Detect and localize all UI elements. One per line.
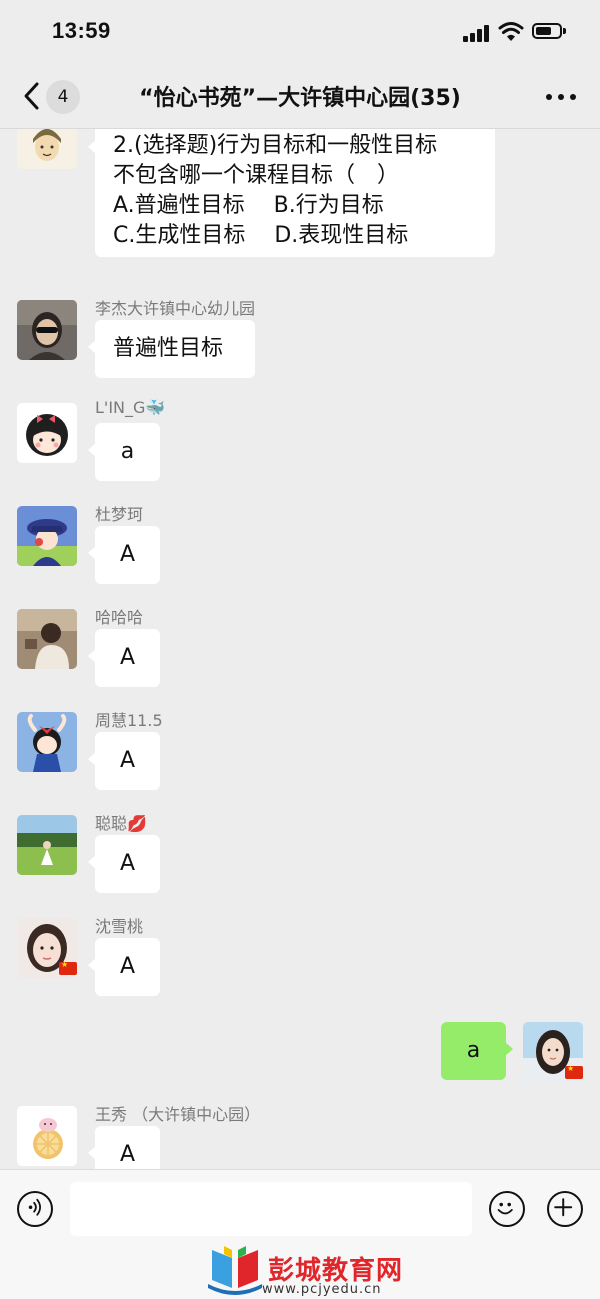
- message-text: 普遍性目标: [113, 336, 224, 361]
- sender-name: 周慧11.5: [95, 711, 163, 730]
- sender-name: L'IN_G🐳: [95, 398, 166, 417]
- message-bubble[interactable]: A: [88, 1126, 160, 1169]
- message-bubble[interactable]: a: [88, 423, 160, 481]
- plus-icon[interactable]: [547, 1191, 583, 1227]
- emoji-icon[interactable]: [489, 1191, 525, 1227]
- china-flag-icon: [59, 960, 77, 975]
- message-input[interactable]: [70, 1182, 472, 1236]
- message-bubble[interactable]: A: [88, 526, 160, 584]
- sender-name: 王秀 （大许镇中心园）: [95, 1105, 261, 1124]
- chat-header: 4 “怡心书苑”—大许镇中心园(35): [0, 64, 600, 129]
- message-text: A: [119, 954, 136, 979]
- status-time: 13:59: [52, 18, 111, 43]
- message-text: A: [119, 1142, 136, 1167]
- question-line: A.普遍性目标 B.行为目标: [113, 193, 384, 218]
- message-bubble[interactable]: A: [88, 732, 160, 790]
- question-line: C.生成性目标 D.表现性目标: [113, 223, 409, 248]
- message-text: A: [119, 542, 136, 567]
- avatar[interactable]: [17, 129, 77, 169]
- book-logo-icon: [208, 1246, 262, 1295]
- chat-message-list[interactable]: 2.(选择题)行为目标和一般性目标 不包含哪一个课程目标（ ） A.普遍性目标 …: [0, 129, 600, 1169]
- china-flag-icon: [565, 1064, 583, 1079]
- avatar[interactable]: [17, 712, 77, 772]
- avatar[interactable]: [17, 609, 77, 669]
- message-bubble[interactable]: A: [88, 938, 160, 996]
- message-text: A: [119, 645, 136, 670]
- avatar[interactable]: [17, 300, 77, 360]
- question-line: 不包含哪一个课程目标（ ）: [113, 163, 400, 188]
- battery-icon: [532, 23, 566, 39]
- sender-name: 哈哈哈: [95, 608, 144, 627]
- avatar[interactable]: [17, 1106, 77, 1166]
- watermark-url: www.pcjyedu.cn: [262, 1282, 382, 1297]
- message-bubble[interactable]: A: [88, 629, 160, 687]
- voice-icon[interactable]: [17, 1191, 53, 1227]
- avatar[interactable]: [17, 403, 77, 463]
- message-bubble[interactable]: A: [88, 835, 160, 893]
- status-bar: 13:59: [0, 0, 600, 64]
- question-line: 2.(选择题)行为目标和一般性目标: [113, 133, 438, 158]
- message-text: a: [120, 439, 135, 464]
- sender-name: 李杰大许镇中心幼儿园: [95, 299, 256, 318]
- chat-title: “怡心书苑”—大许镇中心园(35): [139, 86, 461, 111]
- message-text: A: [119, 748, 136, 773]
- message-text: A: [119, 851, 136, 876]
- watermark: 彭城教育网 www.pcjyedu.cn: [200, 1240, 420, 1298]
- chevron-left-icon[interactable]: [18, 78, 48, 114]
- message-bubble[interactable]: 普遍性目标: [88, 320, 255, 378]
- cellular-signal-icon: [463, 24, 491, 42]
- unread-count-badge[interactable]: 4: [46, 80, 80, 114]
- sender-name: 沈雪桃: [95, 917, 144, 936]
- avatar[interactable]: [17, 506, 77, 566]
- message-bubble[interactable]: 2.(选择题)行为目标和一般性目标 不包含哪一个课程目标（ ） A.普遍性目标 …: [88, 129, 495, 257]
- more-dots-icon[interactable]: [540, 88, 580, 104]
- my-message-bubble[interactable]: a: [441, 1022, 513, 1080]
- sender-name: 聪聪💋: [95, 814, 147, 833]
- message-text: a: [466, 1038, 481, 1063]
- avatar[interactable]: [17, 815, 77, 875]
- sender-name: 杜梦珂: [95, 505, 144, 524]
- wifi-icon: [498, 22, 524, 41]
